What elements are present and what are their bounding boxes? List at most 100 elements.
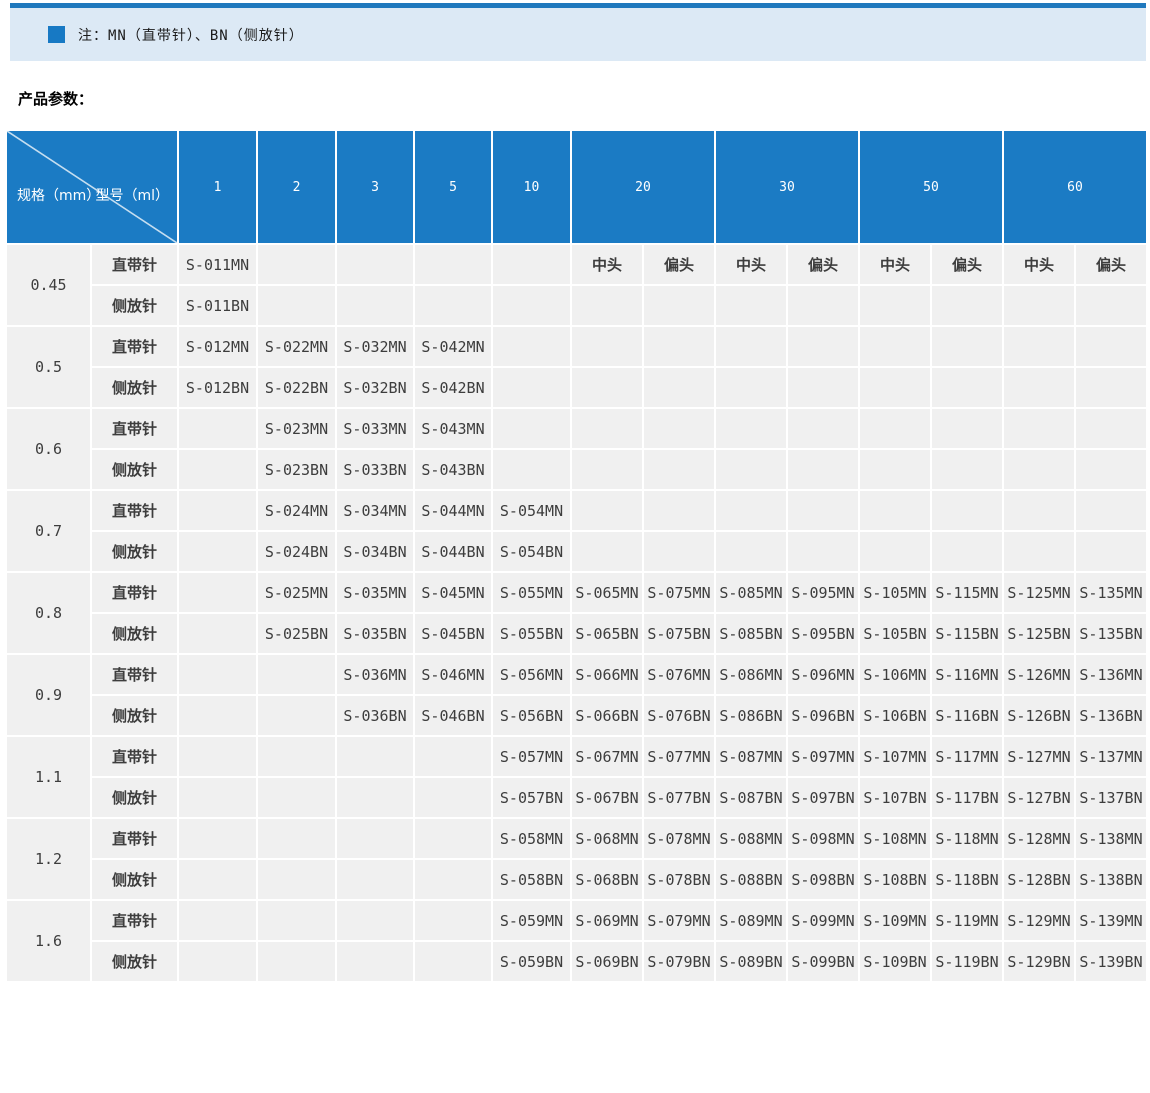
empty-cell [931,490,1003,531]
note-banner: 注：MN（直带针）、BN（侧放针） [10,8,1146,61]
model-code-cell: S-068BN [571,859,643,900]
model-code-cell: S-119BN [931,941,1003,982]
model-code-cell: S-022MN [257,326,336,367]
model-code-cell: S-042MN [414,326,492,367]
table-row: 侧放针S-012BNS-022BNS-032BNS-042BN [6,367,1147,408]
subcolumn-label-cell: 偏头 [643,244,715,285]
model-code-cell: S-067MN [571,736,643,777]
empty-cell [336,818,414,859]
empty-cell [178,408,257,449]
empty-cell [643,449,715,490]
empty-cell [643,326,715,367]
empty-cell [1003,531,1075,572]
column-header-50: 50 [859,130,1003,244]
empty-cell [178,654,257,695]
column-header-30: 30 [715,130,859,244]
model-code-cell: S-137BN [1075,777,1147,818]
model-code-cell: S-095MN [787,572,859,613]
model-code-cell: S-036MN [336,654,414,695]
subcolumn-label-cell: 中头 [1003,244,1075,285]
model-code-cell: S-012BN [178,367,257,408]
subcolumn-label-cell: 中头 [571,244,643,285]
table-row: 1.6直带针S-059MNS-069MNS-079MNS-089MNS-099M… [6,900,1147,941]
spec-cell: 1.6 [6,900,91,982]
model-code-cell: S-043MN [414,408,492,449]
model-code-cell: S-069MN [571,900,643,941]
model-code-cell: S-129BN [1003,941,1075,982]
empty-cell [787,326,859,367]
needle-type-cell: 直带针 [91,818,178,859]
empty-cell [931,367,1003,408]
model-code-cell: S-086MN [715,654,787,695]
empty-cell [1075,326,1147,367]
model-code-cell: S-044MN [414,490,492,531]
table-row: 侧放针S-036BNS-046BNS-056BNS-066BNS-076BNS-… [6,695,1147,736]
model-code-cell: S-044BN [414,531,492,572]
empty-cell [787,367,859,408]
empty-cell [336,285,414,326]
table-row: 0.5直带针S-012MNS-022MNS-032MNS-042MN [6,326,1147,367]
empty-cell [931,408,1003,449]
note-bullet-icon [48,26,65,43]
column-header-5: 5 [414,130,492,244]
model-code-cell: S-117BN [931,777,1003,818]
empty-cell [787,531,859,572]
empty-cell [715,367,787,408]
table-row: 0.45直带针S-011MN中头偏头中头偏头中头偏头中头偏头 [6,244,1147,285]
empty-cell [715,490,787,531]
empty-cell [492,367,571,408]
model-code-cell: S-055BN [492,613,571,654]
empty-cell [257,941,336,982]
model-code-cell: S-118BN [931,859,1003,900]
model-code-cell: S-116BN [931,695,1003,736]
model-code-cell: S-127BN [1003,777,1075,818]
model-code-cell: S-024MN [257,490,336,531]
table-header-row: 规格（mm） 型号（ml） 1 2 3 5 10 20 30 50 60 [6,130,1147,244]
model-code-cell: S-065MN [571,572,643,613]
empty-cell [178,490,257,531]
empty-cell [257,244,336,285]
empty-cell [178,449,257,490]
needle-type-cell: 侧放针 [91,777,178,818]
model-code-cell: S-115BN [931,613,1003,654]
model-code-cell: S-068MN [571,818,643,859]
model-code-cell: S-117MN [931,736,1003,777]
model-code-cell: S-096BN [787,695,859,736]
model-code-cell: S-058MN [492,818,571,859]
model-code-cell: S-025MN [257,572,336,613]
model-code-cell: S-056BN [492,695,571,736]
table-row: 侧放针S-011BN [6,285,1147,326]
model-code-cell: S-105MN [859,572,931,613]
empty-cell [571,408,643,449]
model-code-cell: S-088BN [715,859,787,900]
empty-cell [715,285,787,326]
empty-cell [1003,285,1075,326]
table-row: 侧放针S-024BNS-034BNS-044BNS-054BN [6,531,1147,572]
empty-cell [571,490,643,531]
needle-type-cell: 直带针 [91,572,178,613]
empty-cell [931,531,1003,572]
model-code-cell: S-042BN [414,367,492,408]
needle-type-cell: 侧放针 [91,941,178,982]
model-code-cell: S-033BN [336,449,414,490]
model-code-cell: S-054BN [492,531,571,572]
model-code-cell: S-054MN [492,490,571,531]
model-code-cell: S-069BN [571,941,643,982]
empty-cell [257,285,336,326]
model-code-cell: S-066MN [571,654,643,695]
empty-cell [571,531,643,572]
empty-cell [178,941,257,982]
empty-cell [931,449,1003,490]
empty-cell [787,490,859,531]
empty-cell [414,244,492,285]
model-code-cell: S-078BN [643,859,715,900]
empty-cell [1075,367,1147,408]
empty-cell [257,695,336,736]
model-code-cell-highlighted[interactable]: S-011MN [178,244,257,285]
model-code-cell: S-046BN [414,695,492,736]
needle-type-cell: 侧放针 [91,367,178,408]
needle-type-cell: 直带针 [91,736,178,777]
needle-type-cell: 直带针 [91,490,178,531]
column-header-60: 60 [1003,130,1147,244]
model-code-cell: S-105BN [859,613,931,654]
